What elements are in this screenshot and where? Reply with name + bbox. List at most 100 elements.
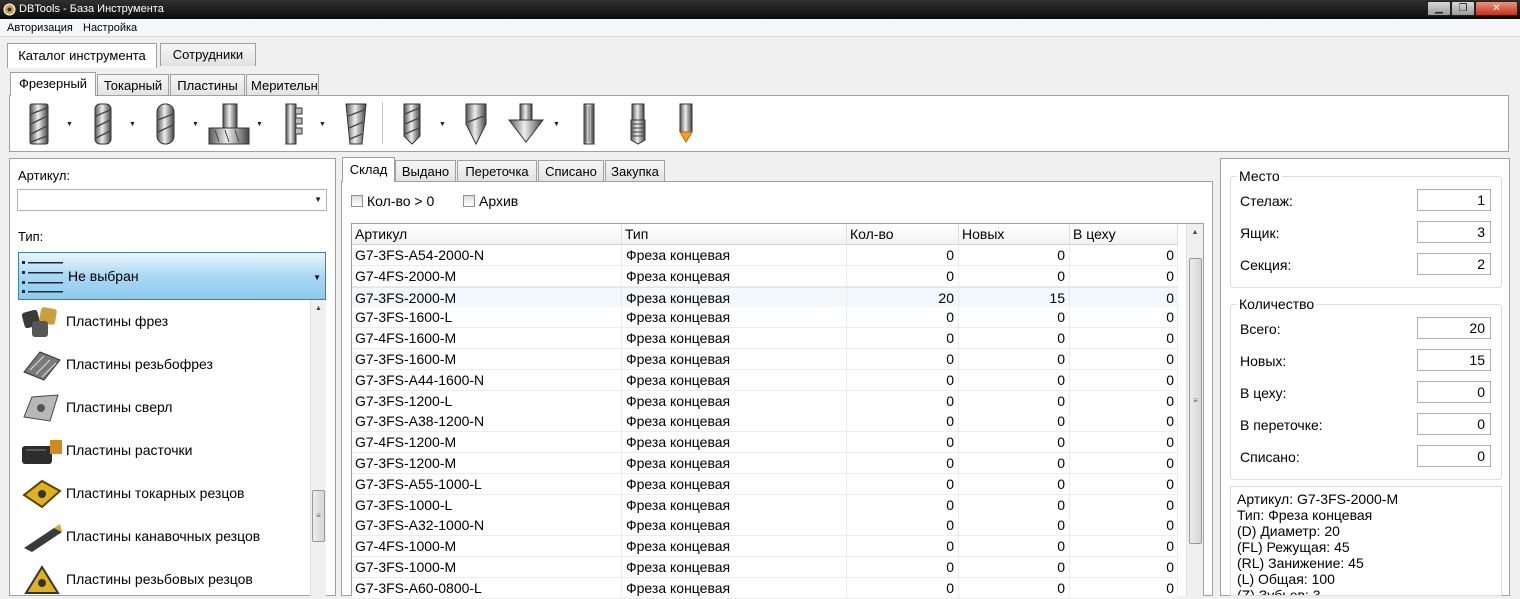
chevron-down-icon[interactable]: ▼ <box>439 121 446 128</box>
column-header-in-shop[interactable]: В цеху <box>1070 224 1178 245</box>
scroll-thumb[interactable]: ≡ <box>1189 258 1202 544</box>
table-scrollbar[interactable]: ▲ ≡ <box>1186 224 1203 596</box>
list-item[interactable]: Пластины резьбовых резцов <box>18 558 308 596</box>
tab-regrinding[interactable]: Переточка <box>457 160 537 182</box>
cell-article: G7-3FS-2000-M <box>352 287 622 309</box>
cell-type: Фреза концевая <box>622 265 847 287</box>
table-row[interactable]: G7-3FS-1600-L Фреза концевая 0 0 0 <box>352 307 1178 329</box>
section-field[interactable]: 2 <box>1417 253 1491 275</box>
table-row[interactable]: G7-4FS-2000-M Фреза концевая 0 0 0 <box>352 265 1178 287</box>
list-item[interactable]: Пластины резьбофрез <box>18 343 308 386</box>
regrinding-field[interactable]: 0 <box>1417 413 1491 435</box>
article-combobox[interactable]: ▼ <box>17 189 327 211</box>
thread-tap-icon[interactable] <box>624 102 652 146</box>
tab-measuring[interactable]: Мерительный <box>246 74 319 96</box>
tab-inserts[interactable]: Пластины <box>170 74 245 96</box>
table-row[interactable]: G7-3FS-A44-1600-N Фреза концевая 0 0 0 <box>352 369 1178 391</box>
menu-authorization[interactable]: Авторизация <box>7 19 73 37</box>
cell-qty: 0 <box>847 473 959 495</box>
tab-tool-catalog[interactable]: Каталог инструмента <box>7 43 157 68</box>
chevron-down-icon[interactable]: ▼ <box>256 121 263 128</box>
table-row[interactable]: G7-3FS-1200-L Фреза концевая 0 0 0 <box>352 390 1178 412</box>
table-row[interactable]: G7-3FS-1000-M Фреза концевая 0 0 0 <box>352 557 1178 578</box>
tab-purchase[interactable]: Закупка <box>605 160 665 182</box>
table-row[interactable]: G7-4FS-1200-M Фреза концевая 0 0 0 <box>352 432 1178 454</box>
list-item[interactable]: Пластины сверл <box>18 386 308 429</box>
cell-qty: 0 <box>847 328 959 350</box>
cell-new: 0 <box>959 307 1070 329</box>
table-row[interactable]: G7-3FS-1000-L Фреза концевая 0 0 0 <box>352 494 1178 516</box>
list-item[interactable]: Пластины токарных резцов <box>18 472 308 515</box>
archive-checkbox[interactable] <box>463 195 475 207</box>
type-option-list: Пластины фрез Пластины резьбофрез Пласти… <box>18 300 326 596</box>
list-item[interactable]: Пластины расточки <box>18 429 308 472</box>
in-shop-field[interactable]: 0 <box>1417 381 1491 403</box>
table-row[interactable]: G7-3FS-A38-1200-N Фреза концевая 0 0 0 <box>352 411 1178 433</box>
table-row[interactable]: G7-3FS-A54-2000-N Фреза концевая 0 0 0 <box>352 245 1178 266</box>
table-row[interactable]: G7-3FS-1600-M Фреза концевая 0 0 0 <box>352 349 1178 370</box>
cell-article: G7-3FS-1600-M <box>352 349 622 370</box>
table-row[interactable]: G7-3FS-A32-1000-N Фреза концевая 0 0 0 <box>352 515 1178 537</box>
tab-written-off[interactable]: Списано <box>538 160 604 182</box>
chevron-down-icon[interactable]: ▼ <box>314 195 322 204</box>
chevron-down-icon[interactable]: ▼ <box>553 121 560 128</box>
end-mill-icon[interactable] <box>24 102 56 146</box>
written-off-field[interactable]: 0 <box>1417 445 1491 467</box>
table-row[interactable]: G7-4FS-1000-M Фреза концевая 0 0 0 <box>352 536 1178 558</box>
tab-milling[interactable]: Фрезерный <box>10 72 96 96</box>
countersink-icon[interactable] <box>507 102 545 146</box>
reamer-icon[interactable] <box>577 102 601 146</box>
cell-qty: 0 <box>847 536 959 558</box>
chevron-down-icon[interactable]: ▼ <box>192 121 199 128</box>
cell-article: G7-4FS-1600-M <box>352 328 622 350</box>
taper-mill-icon[interactable] <box>340 102 372 146</box>
scroll-up-icon[interactable]: ▲ <box>311 302 326 316</box>
table-row[interactable]: G7-4FS-1600-M Фреза концевая 0 0 0 <box>352 328 1178 350</box>
section-label: Секция: <box>1240 257 1292 273</box>
cell-qty: 0 <box>847 453 959 474</box>
rack-field[interactable]: 1 <box>1417 189 1491 211</box>
slot-mill-icon[interactable] <box>278 102 310 146</box>
list-item[interactable]: Пластины канавочных резцов <box>18 515 308 558</box>
minimize-button[interactable]: ▁ <box>1427 1 1451 16</box>
scroll-thumb[interactable]: ≡ <box>312 490 325 542</box>
menu-settings[interactable]: Настройка <box>83 19 137 37</box>
end-mill-3-flute-icon[interactable] <box>87 102 119 146</box>
spot-drill-icon[interactable] <box>460 102 492 146</box>
tab-warehouse[interactable]: Склад <box>342 157 395 182</box>
table-row[interactable]: G7-3FS-A55-1000-L Фреза концевая 0 0 0 <box>352 473 1178 495</box>
qty-gt-zero-checkbox[interactable] <box>351 195 363 207</box>
tab-issued[interactable]: Выдано <box>395 160 456 182</box>
chevron-down-icon[interactable]: ▼ <box>319 121 326 128</box>
end-mill-short-icon[interactable] <box>150 102 182 146</box>
tab-employees[interactable]: Сотрудники <box>160 43 256 66</box>
column-header-article[interactable]: Артикул <box>352 224 622 245</box>
cell-in-shop: 0 <box>1070 307 1178 329</box>
cell-in-shop: 0 <box>1070 494 1178 516</box>
drill-mill-icon[interactable] <box>396 102 428 146</box>
cell-in-shop: 0 <box>1070 411 1178 433</box>
cell-type: Фреза концевая <box>622 245 847 266</box>
list-item[interactable]: Пластины фрез <box>18 300 308 343</box>
type-list-scrollbar[interactable]: ▲ ≡ <box>310 300 326 596</box>
engraver-tip-icon[interactable] <box>674 102 698 146</box>
quantity-title: Количество <box>1237 296 1317 312</box>
chevron-down-icon[interactable]: ▼ <box>313 273 321 282</box>
box-field[interactable]: 3 <box>1417 221 1491 243</box>
chevron-down-icon[interactable]: ▼ <box>129 121 136 128</box>
column-header-qty[interactable]: Кол-во <box>847 224 959 245</box>
chevron-down-icon[interactable]: ▼ <box>66 121 73 128</box>
type-selector[interactable]: Не выбран ▼ <box>18 252 326 300</box>
column-header-new[interactable]: Новых <box>959 224 1070 245</box>
shell-mill-icon[interactable] <box>207 102 251 146</box>
tab-turning[interactable]: Токарный <box>97 74 169 96</box>
close-button[interactable]: ✕ <box>1475 1 1518 16</box>
maximize-button[interactable]: ❐ <box>1451 1 1475 16</box>
total-field[interactable]: 20 <box>1417 317 1491 339</box>
tool-details-text: Артикул: G7-3FS-2000-M Тип: Фреза концева… <box>1230 486 1502 596</box>
scroll-up-icon[interactable]: ▲ <box>1187 226 1203 240</box>
table-row[interactable]: G7-3FS-2000-M Фреза концевая 20 15 0 <box>352 286 1178 309</box>
table-row[interactable]: G7-3FS-1200-M Фреза концевая 0 0 0 <box>352 453 1178 474</box>
column-header-type[interactable]: Тип <box>622 224 847 245</box>
new-field[interactable]: 15 <box>1417 349 1491 371</box>
